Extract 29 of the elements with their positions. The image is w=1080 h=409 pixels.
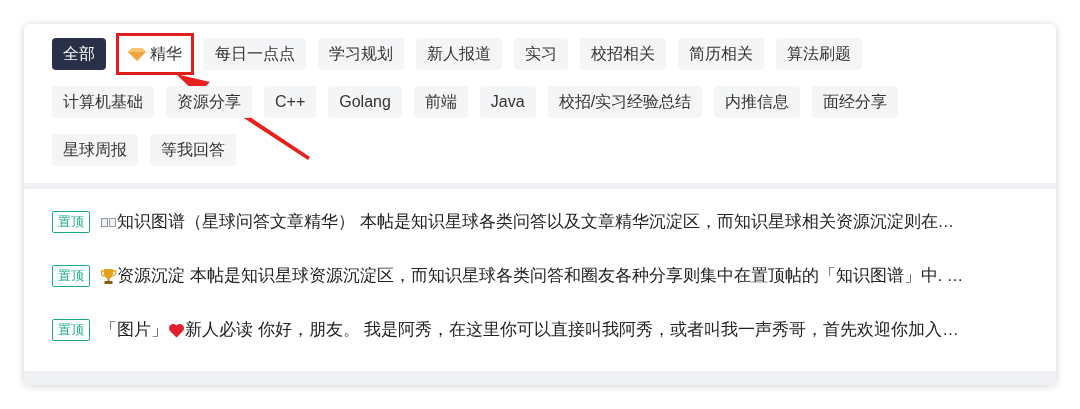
- category-tag[interactable]: Java: [479, 86, 536, 118]
- trophy-icon: [100, 267, 117, 285]
- category-tag[interactable]: 全部: [52, 38, 106, 70]
- post-title[interactable]: 新人必读 你好，朋友。 我是阿秀，在这里你可以直接叫我阿秀，或者叫我一声秀哥，首先欢迎你加入…: [185, 319, 959, 341]
- category-tag[interactable]: 校招/实习经验总结: [547, 86, 703, 118]
- category-tag[interactable]: 资源分享: [166, 86, 252, 118]
- gem-icon: [128, 47, 146, 61]
- category-tag[interactable]: 前端: [413, 86, 468, 118]
- category-tag[interactable]: 新人报道: [416, 38, 502, 70]
- post-title[interactable]: 知识图谱（星球问答文章精华） 本帖是知识星球各类问答以及文章精华沉淀区，而知识星球相关资源沉淀则在…: [117, 211, 955, 233]
- pinned-badge: 置顶: [52, 265, 90, 287]
- post-title[interactable]: 资源沉淀 本帖是知识星球资源沉淀区，而知识星球各类问答和圈友各种分享则集中在置顶帖的「知识图谱」中. …: [117, 265, 964, 287]
- category-tag[interactable]: 等我回答: [150, 134, 236, 166]
- category-tag[interactable]: 计算机基础: [52, 86, 154, 118]
- category-tag[interactable]: 内推信息: [714, 86, 801, 118]
- category-tag[interactable]: 面经分享: [812, 86, 899, 118]
- category-tag[interactable]: 学习规划: [318, 38, 404, 70]
- category-tag[interactable]: 算法刷题: [776, 38, 862, 70]
- heart-icon: [168, 321, 185, 339]
- category-tag[interactable]: 简历相关: [678, 38, 764, 70]
- category-tag[interactable]: Golang: [328, 86, 402, 118]
- post-prefix[interactable]: 「图片」: [100, 319, 168, 341]
- category-tag[interactable]: 实习: [514, 38, 568, 70]
- pinned-badge: 置顶: [52, 211, 90, 233]
- category-tag[interactable]: 每日一点点: [204, 38, 306, 70]
- pinned-badge: 置顶: [52, 319, 90, 341]
- category-tag[interactable]: 星球周报: [52, 134, 138, 166]
- category-tag[interactable]: 校招相关: [580, 38, 666, 70]
- category-tag[interactable]: C++: [264, 86, 317, 118]
